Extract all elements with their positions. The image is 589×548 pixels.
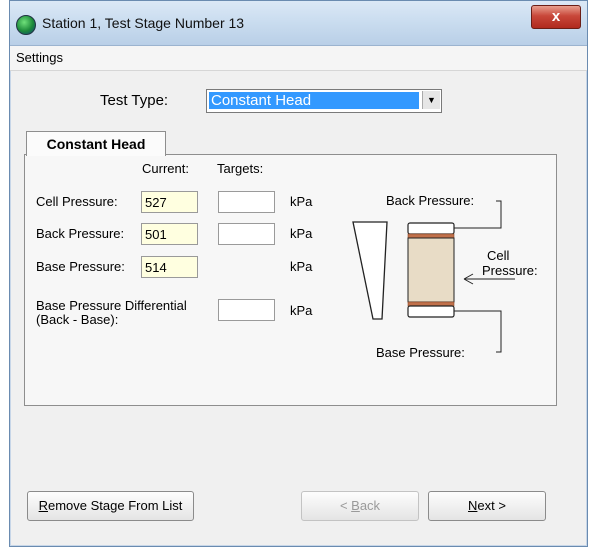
- pressure-differential-target-input[interactable]: [218, 299, 275, 321]
- top-cap: [407, 222, 455, 235]
- bottom-porous-stone: [407, 301, 455, 307]
- dialog-window: Station 1, Test Stage Number 13 x Settin…: [9, 0, 588, 547]
- back-pressure-current-field: 501: [141, 223, 198, 245]
- back-pressure-target-input[interactable]: [218, 223, 275, 245]
- menu-settings[interactable]: Settings: [16, 50, 63, 65]
- soil-sample: [407, 237, 455, 303]
- next-button[interactable]: Next >: [428, 491, 546, 521]
- base-pressure-current-field: 514: [141, 256, 198, 278]
- cell-pressure-current-field: 527: [141, 191, 198, 213]
- menu-bar: Settings: [10, 46, 587, 71]
- dropdown-arrow-icon[interactable]: ▼: [422, 91, 440, 109]
- diagram-cell-pressure-label: Cell: [487, 248, 510, 263]
- diagram-back-pressure-label: Back Pressure:: [386, 193, 475, 208]
- targets-column-header: Targets:: [217, 161, 264, 176]
- back-button[interactable]: < Back: [301, 491, 419, 521]
- base-pressure-differential-label: Base Pressure Differential: [36, 298, 187, 313]
- diagram-cell-pressure-label-line2: Pressure:: [482, 263, 538, 278]
- window-title: Station 1, Test Stage Number 13: [42, 15, 245, 31]
- back-mnemonic: B: [351, 498, 360, 513]
- base-pressure-differential-sublabel: (Back - Base):: [36, 312, 119, 327]
- next-button-label: ext >: [477, 498, 506, 513]
- back-button-label: ack: [359, 498, 381, 513]
- next-mnemonic: N: [468, 498, 478, 513]
- current-column-header: Current:: [142, 161, 189, 176]
- base-pressure-unit: kPa: [290, 259, 313, 274]
- close-button[interactable]: x: [531, 5, 581, 29]
- test-type-label: Test Type:: [100, 92, 169, 109]
- back-pressure-unit: kPa: [290, 226, 313, 241]
- remove-stage-button[interactable]: Remove Stage From List: [27, 491, 194, 521]
- cell-pressure-target-input[interactable]: [218, 191, 275, 213]
- cell-wall-shape: [352, 221, 388, 320]
- test-type-selected-value: Constant Head: [209, 92, 419, 109]
- base-pressure-label: Base Pressure:: [36, 259, 125, 274]
- cell-pressure-label: Cell Pressure:: [36, 194, 118, 209]
- bottom-cap: [407, 305, 455, 318]
- tab-constant-head[interactable]: Constant Head: [26, 131, 166, 156]
- remove-mnemonic: R: [38, 498, 48, 513]
- app-globe-icon: [16, 15, 36, 35]
- pressure-differential-unit: kPa: [290, 303, 313, 318]
- diagram-base-pressure-label: Base Pressure:: [376, 345, 465, 360]
- cell-pressure-unit: kPa: [290, 194, 313, 209]
- remove-button-label: emove Stage From List: [48, 498, 183, 513]
- top-porous-stone: [407, 233, 455, 239]
- back-prefix: <: [339, 498, 352, 513]
- back-pressure-label: Back Pressure:: [36, 226, 125, 241]
- title-bar: Station 1, Test Stage Number 13 x: [10, 1, 587, 46]
- test-type-select[interactable]: Constant Head ▼: [206, 89, 442, 113]
